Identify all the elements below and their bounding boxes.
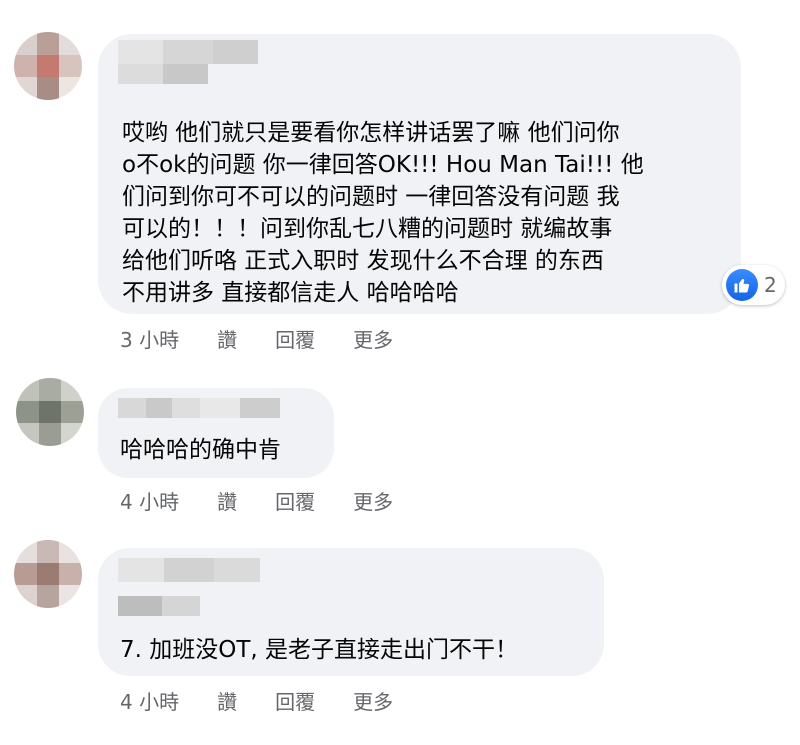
avatar[interactable]	[16, 378, 84, 446]
like-link[interactable]: 讚	[217, 324, 237, 353]
author-name-redacted	[118, 558, 260, 616]
comment-actions: 3 小時 讚 回覆 更多	[120, 324, 431, 353]
reaction-summary[interactable]: 2	[722, 265, 785, 305]
comment-actions: 4 小時 讚 回覆 更多	[120, 486, 431, 515]
comment-actions: 4 小時 讚 回覆 更多	[120, 686, 431, 715]
comment-text: 7. 加班没OT, 是老子直接走出门不干！	[120, 637, 519, 663]
more-link[interactable]: 更多	[353, 686, 393, 715]
comment-text: 哈哈哈的确中肯	[120, 437, 281, 463]
more-link[interactable]: 更多	[353, 324, 393, 353]
reply-link[interactable]: 回覆	[275, 686, 315, 715]
timestamp: 3 小時	[120, 328, 180, 352]
author-name-redacted	[118, 40, 258, 84]
comment-text: 哎哟 他们就只是要看你怎样讲话罢了嘛 他们问你 o不ok的问题 你一律回答OK!…	[122, 120, 644, 306]
reaction-count: 2	[764, 273, 777, 297]
reply-link[interactable]: 回覆	[275, 486, 315, 515]
like-thumb-icon	[726, 269, 758, 301]
author-name-redacted	[118, 398, 280, 418]
avatar[interactable]	[14, 32, 82, 100]
avatar[interactable]	[14, 540, 82, 608]
timestamp: 4 小時	[120, 690, 180, 714]
timestamp: 4 小時	[120, 490, 180, 514]
like-link[interactable]: 讚	[217, 486, 237, 515]
like-link[interactable]: 讚	[217, 686, 237, 715]
reply-link[interactable]: 回覆	[275, 324, 315, 353]
more-link[interactable]: 更多	[353, 486, 393, 515]
